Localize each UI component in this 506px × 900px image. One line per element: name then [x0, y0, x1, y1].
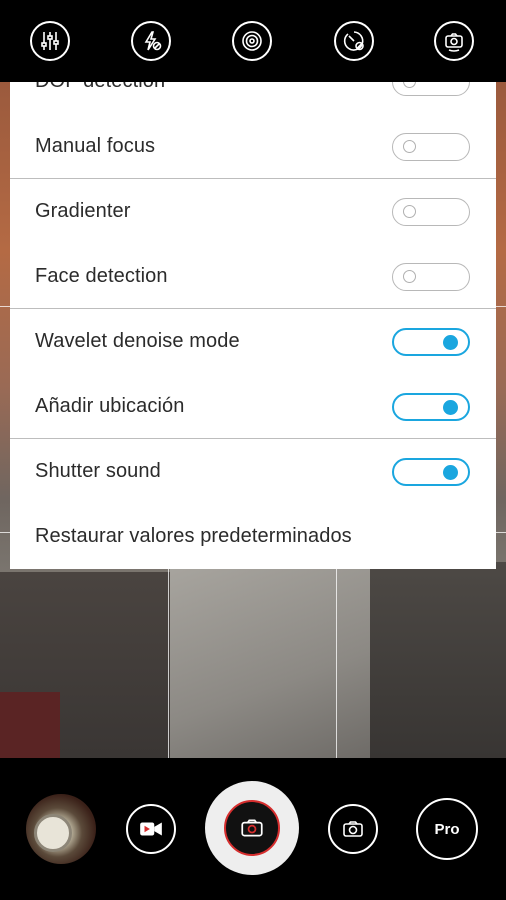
setting-row-shutter-sound[interactable]: Shutter sound: [10, 439, 496, 504]
pro-label: Pro: [434, 820, 460, 838]
setting-row-face-detection[interactable]: Face detection: [10, 244, 496, 309]
setting-label: Gradienter: [35, 200, 131, 222]
bottom-toolbar: Pro: [0, 758, 506, 900]
top-toolbar: [0, 0, 506, 82]
toggle-knob: [443, 399, 458, 415]
shutter-sound-toggle[interactable]: [392, 457, 470, 486]
setting-row-wavelet-denoise[interactable]: Wavelet denoise mode: [10, 309, 496, 374]
shutter-button[interactable]: [205, 781, 299, 875]
watch-image: [34, 814, 72, 852]
setting-row-dof-detection[interactable]: DOF detection: [10, 82, 496, 114]
toggle-knob: [443, 334, 458, 350]
flash-auto-icon[interactable]: [131, 21, 171, 61]
setting-label: Manual focus: [35, 135, 156, 157]
settings-panel: DOF detection Manual focus Gradienter Fa…: [10, 82, 496, 569]
add-location-toggle[interactable]: [392, 392, 470, 421]
preview-red-object: [0, 692, 60, 758]
sliders-icon[interactable]: [30, 21, 70, 61]
photo-camera-icon: [241, 819, 263, 837]
manual-focus-toggle[interactable]: [392, 132, 470, 161]
video-mode-button[interactable]: [126, 804, 176, 854]
dof-detection-toggle[interactable]: [392, 82, 470, 96]
video-camera-icon: [140, 822, 162, 836]
toggle-knob: [443, 464, 458, 480]
hdr-lens-icon[interactable]: [232, 21, 272, 61]
gallery-thumbnail[interactable]: [26, 794, 96, 864]
toggle-knob: [403, 82, 416, 88]
setting-label: Wavelet denoise mode: [35, 330, 240, 352]
setting-row-gradienter[interactable]: Gradienter: [10, 179, 496, 244]
shutter-inner: [224, 800, 280, 856]
timer-off-icon[interactable]: [334, 21, 374, 61]
restore-defaults-item[interactable]: Restaurar valores predeterminados: [10, 504, 496, 569]
setting-row-manual-focus[interactable]: Manual focus: [10, 114, 496, 179]
wavelet-denoise-toggle[interactable]: [392, 327, 470, 356]
preview-wall: [170, 562, 370, 758]
setting-label: Face detection: [35, 265, 168, 287]
photo-mode-button[interactable]: [328, 804, 378, 854]
toggle-knob: [403, 204, 416, 218]
camera-icon: [343, 821, 363, 837]
setting-label: DOF detection: [35, 82, 165, 93]
preview-dark-area: [370, 562, 506, 758]
toggle-knob: [403, 139, 416, 153]
camera-switch-icon[interactable]: [434, 21, 474, 61]
restore-defaults-label: Restaurar valores predeterminados: [35, 525, 352, 547]
setting-row-add-location[interactable]: Añadir ubicación: [10, 374, 496, 439]
setting-label: Shutter sound: [35, 460, 161, 482]
setting-label: Añadir ubicación: [35, 395, 185, 417]
face-detection-toggle[interactable]: [392, 262, 470, 291]
toggle-knob: [403, 269, 416, 283]
gradienter-toggle[interactable]: [392, 197, 470, 226]
pro-mode-button[interactable]: Pro: [416, 798, 478, 860]
